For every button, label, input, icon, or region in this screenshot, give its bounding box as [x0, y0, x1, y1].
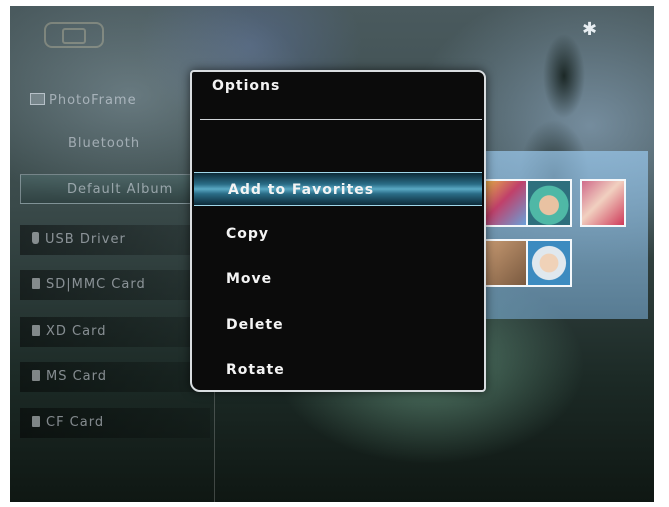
photo-thumbnail[interactable]	[482, 239, 528, 287]
photo-thumbnail[interactable]	[580, 179, 626, 227]
photo-thumbnail[interactable]	[482, 179, 528, 227]
menu-item-label: XD Card	[46, 324, 107, 339]
menu-item-label: Bluetooth	[68, 136, 141, 151]
menu-item-xd-card[interactable]: XD Card	[20, 317, 210, 347]
menu-item-label: USB Driver	[45, 232, 126, 247]
menu-item-label: CF Card	[46, 415, 105, 430]
photo-thumbnail[interactable]	[526, 239, 572, 287]
thumbnail-panel	[480, 151, 648, 319]
menu-item-sd-mmc-card[interactable]: SD|MMC Card	[20, 270, 210, 300]
menu-title-label: PhotoFrame	[49, 93, 137, 108]
bluetooth-icon: ✱	[582, 19, 598, 40]
usb-icon	[32, 232, 39, 244]
option-label: Add to Favorites	[228, 182, 375, 198]
dialog-divider	[200, 119, 482, 120]
option-copy[interactable]: Copy	[192, 217, 484, 251]
source-menu: PhotoFrame Bluetooth Default Album USB D…	[20, 84, 216, 502]
photoframe-icon	[30, 93, 45, 105]
option-delete[interactable]: Delete	[192, 308, 484, 342]
option-rotate[interactable]: Rotate	[192, 353, 484, 387]
menu-item-cf-card[interactable]: CF Card	[20, 408, 210, 438]
menu-item-default-album[interactable]: Default Album	[20, 174, 210, 204]
option-label: Rotate	[226, 362, 285, 378]
menu-item-bluetooth[interactable]: Bluetooth	[20, 129, 210, 159]
option-label: Copy	[226, 226, 270, 242]
menu-item-label: Default Album	[67, 182, 174, 197]
menu-item-label: SD|MMC Card	[46, 277, 146, 292]
option-add-to-favorites[interactable]: Add to Favorites	[194, 172, 482, 206]
card-icon	[32, 370, 40, 381]
menu-item-label: MS Card	[46, 369, 108, 384]
menu-title-photoframe[interactable]: PhotoFrame	[30, 93, 137, 108]
card-icon	[32, 278, 40, 289]
card-icon	[32, 416, 40, 427]
dialog-title: Options	[212, 78, 281, 94]
option-move[interactable]: Move	[192, 262, 484, 296]
option-label: Move	[226, 271, 273, 287]
menu-item-usb-driver[interactable]: USB Driver	[20, 225, 210, 255]
photo-thumbnail[interactable]	[526, 179, 572, 227]
card-icon	[32, 325, 40, 336]
option-label: Delete	[226, 317, 284, 333]
photo-frame-screen: ✱ PhotoFrame Bluetooth Default Album USB…	[10, 6, 654, 502]
menu-item-ms-card[interactable]: MS Card	[20, 362, 210, 392]
photoframe-status-icon	[44, 22, 104, 48]
options-dialog: Options Add to Favorites Copy Move Delet…	[190, 70, 486, 392]
